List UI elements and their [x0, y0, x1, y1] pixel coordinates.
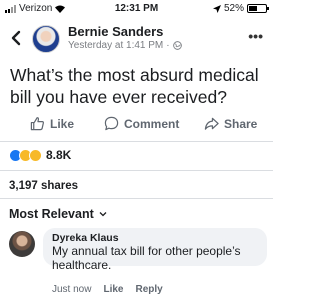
divider: [0, 141, 273, 142]
post-meta: Yesterday at 1:41 PM ·: [68, 40, 182, 51]
author-avatar[interactable]: [32, 25, 60, 53]
comment-reply-button[interactable]: Reply: [135, 284, 162, 295]
post-author[interactable]: Bernie Sanders: [68, 24, 163, 39]
share-icon: [204, 117, 219, 130]
post-header: Bernie Sanders Yesterday at 1:41 PM · ••…: [0, 22, 273, 56]
reactions-summary[interactable]: 8.8K: [9, 148, 71, 162]
comment-label: Comment: [124, 116, 180, 131]
commenter-avatar[interactable]: [9, 231, 35, 257]
back-icon[interactable]: [10, 30, 22, 46]
comment-text: My annual tax bill for other people’s he…: [52, 244, 241, 272]
comment-button[interactable]: Comment: [104, 116, 179, 131]
divider: [0, 170, 273, 171]
battery-icon: [247, 4, 269, 13]
chevron-down-icon: [99, 212, 107, 217]
comment-icon: [104, 116, 119, 131]
sort-label: Most Relevant: [9, 207, 94, 221]
status-bar: Verizon 12:31 PM 52%: [0, 0, 273, 16]
meta-separator: ·: [166, 40, 170, 51]
post-timestamp[interactable]: Yesterday at 1:41 PM: [68, 40, 163, 51]
comment-author[interactable]: Dyreka Klaus: [52, 232, 258, 244]
globe-icon: [172, 41, 182, 50]
comment-like-button[interactable]: Like: [103, 284, 123, 295]
comment-time: Just now: [52, 284, 92, 295]
battery-fill: [249, 6, 258, 11]
action-bar: Like Comment Share: [0, 116, 273, 138]
share-label: Share: [224, 116, 258, 131]
comment-sort-dropdown[interactable]: Most Relevant: [9, 207, 107, 221]
battery-percent: 52%: [223, 3, 244, 14]
divider: [0, 198, 273, 199]
reaction-count: 8.8K: [46, 148, 72, 162]
share-button[interactable]: Share: [204, 116, 257, 131]
comment-bubble: Dyreka Klaus My annual tax bill for othe…: [43, 228, 267, 272]
thumbs-up-icon: [30, 117, 44, 131]
comment-actions: Just now Like Reply: [52, 284, 163, 295]
location-arrow-icon: [212, 4, 221, 13]
status-right: 52%: [212, 3, 269, 14]
wow-reaction-icon: [29, 148, 42, 162]
post-text: What’s the most absurd medical bill you …: [10, 65, 259, 107]
like-button[interactable]: Like: [30, 116, 74, 131]
more-options-icon[interactable]: •••: [248, 29, 263, 43]
share-count[interactable]: 3,197 shares: [9, 180, 78, 192]
like-label: Like: [50, 116, 75, 131]
